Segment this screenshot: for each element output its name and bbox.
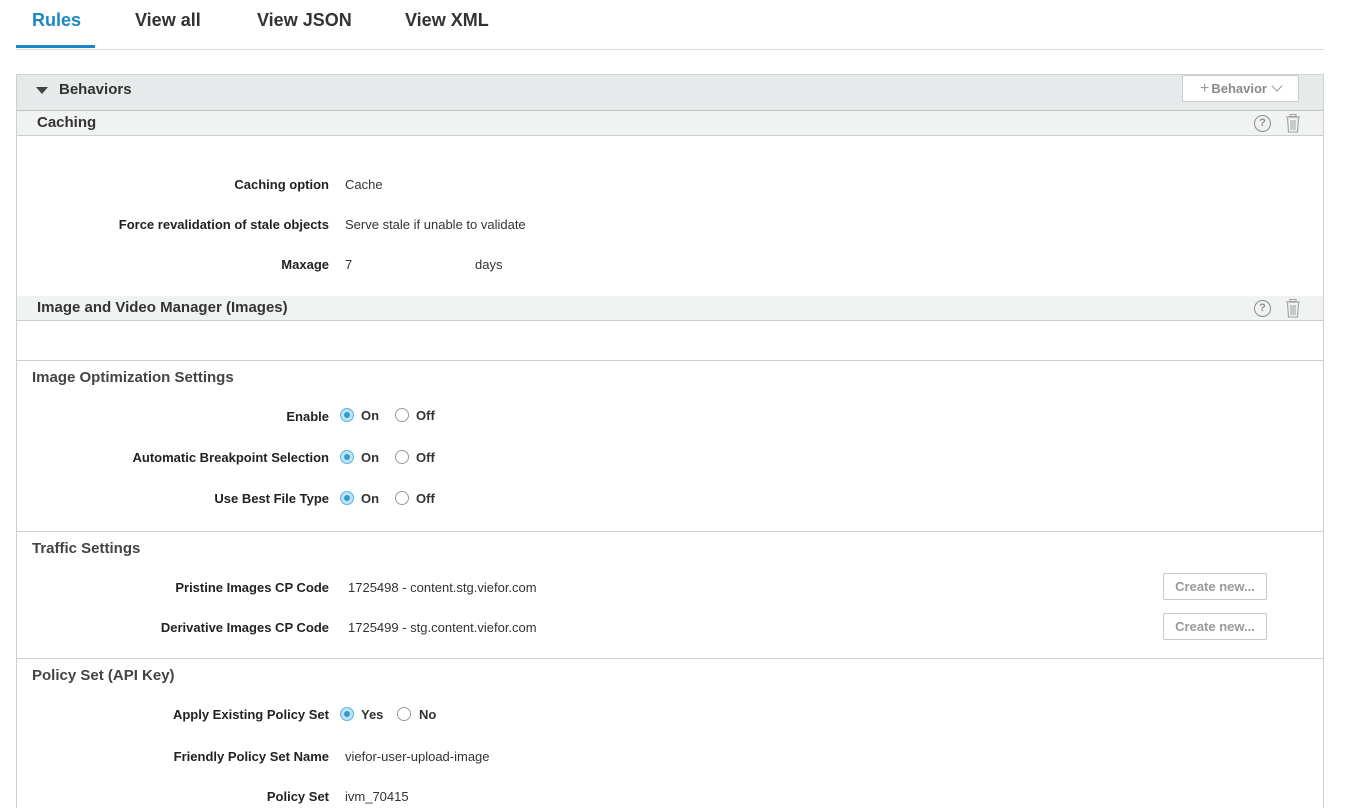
add-behavior-button[interactable]: + Behavior [1182,75,1299,102]
enable-label: Enable [286,409,329,424]
plus-icon: + [1200,80,1210,97]
maxage-unit: days [475,257,503,272]
enable-on-radio[interactable] [340,408,354,422]
enable-off-radio[interactable] [395,408,409,422]
collapse-caret-icon[interactable] [36,87,48,94]
enable-on-label: On [361,408,380,423]
add-behavior-label: Behavior [1211,81,1267,96]
breakpoint-on-radio[interactable] [340,450,354,464]
breakpoint-off-radio[interactable] [395,450,409,464]
behaviors-header: Behaviors + Behavior [17,74,1323,111]
maxage-label: Maxage [281,257,329,272]
image-optimization-title: Image Optimization Settings [32,369,234,386]
maxage-value[interactable]: 7 [345,257,352,272]
friendly-policy-name-value[interactable]: viefor-user-upload-image [345,749,490,764]
enable-off-label: Off [416,408,435,423]
traffic-settings-title: Traffic Settings [32,540,141,557]
tab-rules[interactable]: Rules [32,10,81,31]
tab-view-xml[interactable]: View XML [405,10,489,31]
derivative-cp-code-label: Derivative Images CP Code [160,620,329,635]
best-file-type-on-label: On [361,491,380,506]
apply-policy-yes-radio[interactable] [340,707,354,721]
policy-set-title: Policy Set (API Key) [32,667,175,684]
breakpoint-off-label: Off [416,450,435,465]
caching-title: Caching [37,114,97,131]
help-icon[interactable]: ? [1254,300,1271,317]
caching-option-label: Caching option [234,177,329,192]
caching-section-header: Caching ? [17,111,1323,136]
best-file-type-off-label: Off [416,491,435,506]
create-derivative-cp-code-button[interactable]: Create new... [1163,613,1267,640]
friendly-policy-name-label: Friendly Policy Set Name [173,749,329,764]
tab-view-all[interactable]: View all [135,10,201,31]
pristine-cp-code-label: Pristine Images CP Code [175,580,329,595]
trash-icon[interactable] [1285,299,1301,318]
tab-bar: Rules View all View JSON View XML [16,0,1324,50]
apply-policy-no-label: No [419,707,437,722]
breakpoint-on-label: On [361,450,380,465]
apply-policy-set-label: Apply Existing Policy Set [172,707,329,722]
best-file-type-on-radio[interactable] [340,491,354,505]
help-icon[interactable]: ? [1254,115,1271,132]
policy-set-label: Policy Set [266,789,329,804]
policy-set-value[interactable]: ivm_70415 [345,789,409,804]
force-revalidation-value[interactable]: Serve stale if unable to validate [345,217,526,232]
active-tab-indicator [16,45,95,48]
divider [17,658,1323,659]
apply-policy-yes-label: Yes [361,707,384,722]
apply-policy-no-radio[interactable] [397,707,411,721]
force-revalidation-label: Force revalidation of stale objects [118,217,329,232]
best-file-type-off-radio[interactable] [395,491,409,505]
behaviors-panel: Behaviors + Behavior Caching ? Caching op… [16,74,1324,808]
chevron-down-icon [1271,80,1283,92]
tab-view-json[interactable]: View JSON [257,10,352,31]
caching-option-value[interactable]: Cache [345,177,383,192]
pristine-cp-code-value[interactable]: 1725498 - content.stg.viefor.com [348,580,537,595]
divider [17,531,1323,532]
divider [17,360,1323,361]
trash-icon[interactable] [1285,114,1301,133]
ivm-title: Image and Video Manager (Images) [37,299,288,316]
ivm-section-header: Image and Video Manager (Images) ? [17,296,1323,321]
breakpoint-label: Automatic Breakpoint Selection [132,450,329,465]
behaviors-title: Behaviors [59,81,132,98]
best-file-type-label: Use Best File Type [214,491,329,506]
create-pristine-cp-code-button[interactable]: Create new... [1163,573,1267,600]
derivative-cp-code-value[interactable]: 1725499 - stg.content.viefor.com [348,620,537,635]
